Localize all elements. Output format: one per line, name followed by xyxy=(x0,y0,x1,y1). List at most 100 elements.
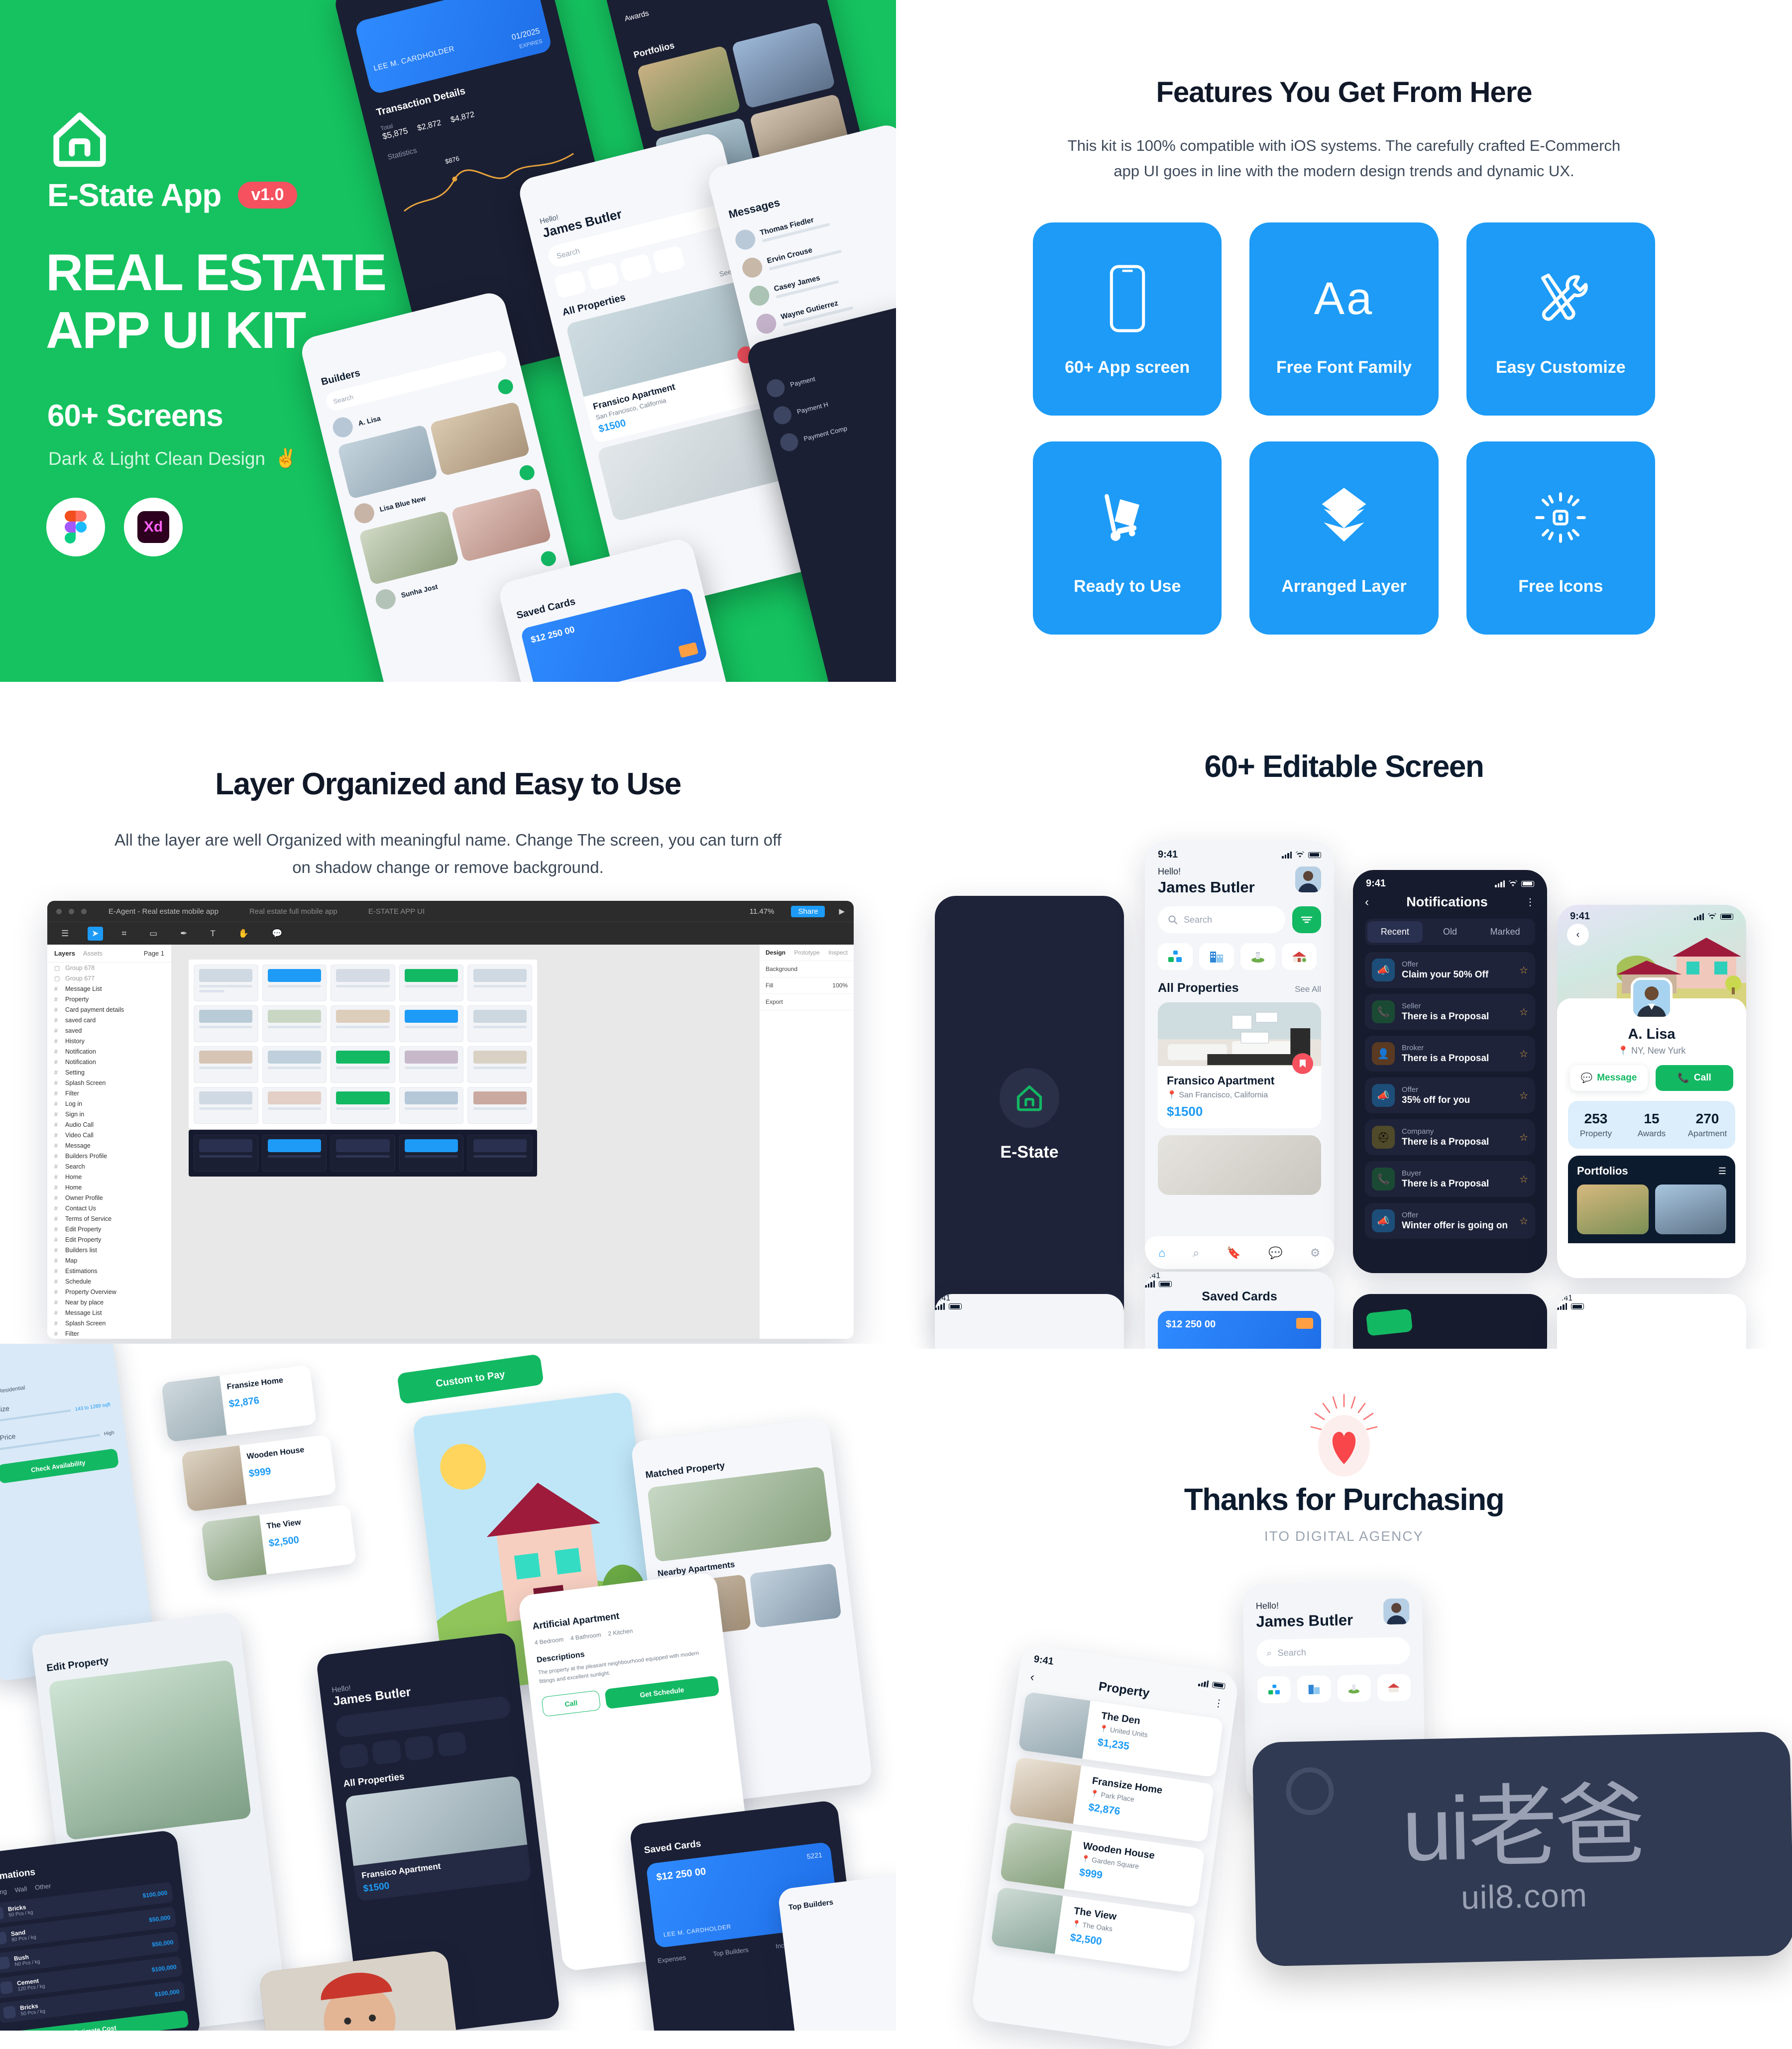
layer-item[interactable]: #Estimations xyxy=(47,1266,171,1276)
list-icon[interactable]: ☰ xyxy=(1718,1166,1726,1177)
screen-thumbnail[interactable] xyxy=(262,1046,327,1083)
property-card-next[interactable] xyxy=(1158,1135,1321,1195)
panel-tabs[interactable]: Design Prototype Inspect xyxy=(760,945,854,961)
kebab-menu-icon[interactable]: ⋮ xyxy=(1213,1697,1225,1711)
adobe-xd-badge[interactable]: Xd xyxy=(124,498,183,556)
feature-card-ready-to-use[interactable]: Ready to Use xyxy=(1033,441,1222,635)
gear-icon[interactable]: ⚙ xyxy=(1310,1246,1321,1260)
comment-tool-icon[interactable]: 💬 xyxy=(268,927,286,941)
tab-building[interactable]: Building xyxy=(0,1887,7,1898)
search-input[interactable]: ⌕ Search xyxy=(1256,1637,1410,1666)
star-outline-icon[interactable]: ☆ xyxy=(1519,1173,1528,1186)
tab-bar[interactable]: ⌂ ⌕ 🔖 💬 ⚙ xyxy=(1145,1236,1334,1269)
layer-item[interactable]: #Log in xyxy=(47,1098,171,1109)
custom-to-pay-button[interactable]: Custom to Pay xyxy=(397,1354,544,1404)
notification-item[interactable]: 📣OfferWinter offer is going on☆ xyxy=(1365,1203,1535,1239)
screen-thumbnail[interactable] xyxy=(262,1087,327,1124)
call-button[interactable]: 📞 Call xyxy=(1656,1065,1733,1091)
notification-item[interactable]: 👤BrokerThere is a Proposal☆ xyxy=(1365,1036,1535,1072)
screen-thumbnail[interactable] xyxy=(331,965,395,1001)
property-mini-card[interactable]: Wooden House $999 xyxy=(181,1434,336,1512)
tab-design[interactable]: Design xyxy=(766,949,785,956)
editor-zoom-level[interactable]: 11.47% xyxy=(750,907,775,916)
screen-thumbnail[interactable] xyxy=(467,1135,532,1172)
tab-prototype[interactable]: Prototype xyxy=(794,949,819,956)
kebab-menu-icon[interactable]: ⋮ xyxy=(1525,896,1535,908)
house-icon[interactable] xyxy=(1282,943,1317,970)
filter-icon[interactable] xyxy=(1292,906,1321,933)
page-selector[interactable]: Page 1 xyxy=(144,950,164,957)
design-properties-panel[interactable]: Design Prototype Inspect Background Fill… xyxy=(759,945,854,1339)
notifications-tabs[interactable]: Recent Old Marked xyxy=(1365,919,1535,945)
chevron-left-icon[interactable]: ‹ xyxy=(1029,1670,1035,1684)
all-categories-icon[interactable] xyxy=(1257,1676,1291,1704)
layer-item[interactable]: #Near by place xyxy=(47,1297,171,1307)
share-button[interactable]: Share xyxy=(791,906,825,917)
layer-item[interactable]: #Splash Screen xyxy=(47,1078,171,1088)
category-chips[interactable] xyxy=(1257,1674,1411,1703)
property-photo[interactable] xyxy=(48,1660,251,1840)
layer-item[interactable]: #Property xyxy=(47,994,171,1004)
land-icon[interactable] xyxy=(1240,943,1275,970)
menu-icon[interactable]: ☰ xyxy=(57,927,73,941)
check-availability-button[interactable]: Check Availability xyxy=(0,1448,119,1484)
avatar[interactable] xyxy=(1295,866,1321,892)
screen-thumbnail[interactable] xyxy=(331,1087,395,1124)
layer-item[interactable]: #Map xyxy=(47,1255,171,1266)
feature-card-app-screen[interactable]: 60+ App screen xyxy=(1033,222,1222,416)
tab-recent[interactable]: Recent xyxy=(1367,921,1423,943)
layer-item[interactable]: #Schedule xyxy=(47,1276,171,1287)
home-icon[interactable]: ⌂ xyxy=(1159,1246,1166,1260)
category-chips[interactable] xyxy=(1158,943,1321,970)
shape-tool-icon[interactable]: ▭ xyxy=(145,927,161,941)
notification-item[interactable]: 📞SellerThere is a Proposal☆ xyxy=(1365,994,1535,1030)
message-button[interactable]: 💬 Message xyxy=(1570,1065,1648,1091)
layer-item[interactable]: #Sign in xyxy=(47,1109,171,1119)
tab-inspect[interactable]: Inspect xyxy=(828,949,848,956)
property-list[interactable]: The Den📍 United Units$1,235Fransize Home… xyxy=(981,1682,1234,1974)
chat-icon[interactable]: 💬 xyxy=(1268,1246,1283,1260)
star-outline-icon[interactable]: ☆ xyxy=(1519,964,1528,976)
tab-old[interactable]: Old xyxy=(1423,921,1478,943)
layer-item[interactable]: #Contact Us xyxy=(47,1203,171,1213)
layer-item[interactable]: ▢Group 678 xyxy=(47,963,171,973)
layer-item[interactable]: #Setting xyxy=(47,1067,171,1078)
property-mini-card[interactable]: The View $2,500 xyxy=(201,1504,356,1582)
layer-item[interactable]: #Edit Property xyxy=(47,1224,171,1234)
all-categories-icon[interactable] xyxy=(1158,943,1193,970)
figma-badge[interactable] xyxy=(46,498,105,556)
layer-item[interactable]: #Notification xyxy=(47,1057,171,1067)
pen-tool-icon[interactable]: ✒ xyxy=(176,927,191,941)
layer-item[interactable]: #Card payment details xyxy=(47,1004,171,1015)
feature-card-free-icons[interactable]: Free Icons xyxy=(1466,441,1655,635)
feature-card-arranged-layer[interactable]: Arranged Layer xyxy=(1249,441,1438,635)
layer-item[interactable]: #Video Call xyxy=(47,1130,171,1140)
screen-thumbnail[interactable] xyxy=(467,1046,532,1083)
screen-thumbnail[interactable] xyxy=(467,1005,532,1042)
feature-card-easy-customize[interactable]: Easy Customize xyxy=(1466,222,1655,416)
editor-canvas[interactable] xyxy=(172,945,759,1339)
fill-row[interactable]: Fill 100% xyxy=(760,977,854,994)
layer-item[interactable]: #History xyxy=(47,1036,171,1046)
chevron-left-icon[interactable]: ‹ xyxy=(1365,895,1369,909)
screen-thumbnail[interactable] xyxy=(399,1087,464,1124)
hand-tool-icon[interactable]: ✋ xyxy=(234,927,253,941)
layer-item[interactable]: #Builders Profile xyxy=(47,1151,171,1161)
screen-thumbnail[interactable] xyxy=(399,1046,464,1083)
star-outline-icon[interactable]: ☆ xyxy=(1519,1006,1528,1018)
layer-list[interactable]: ▢Group 678▢Group 677#Message List#Proper… xyxy=(47,963,171,1339)
layer-item[interactable]: #Edit Property xyxy=(47,1234,171,1245)
star-outline-icon[interactable]: ☆ xyxy=(1519,1131,1528,1144)
property-card[interactable]: Fransico Apartment $1500 xyxy=(345,1775,532,1901)
move-tool-icon[interactable]: ➤ xyxy=(88,927,103,941)
screen-thumbnail[interactable] xyxy=(331,1046,395,1083)
notification-item[interactable]: ⛑CompanyThere is a Proposal☆ xyxy=(1365,1119,1535,1155)
avatar[interactable] xyxy=(1631,977,1673,1019)
layer-item[interactable]: #Home xyxy=(47,1182,171,1192)
building-icon[interactable] xyxy=(1199,943,1234,970)
layer-item[interactable]: #Message xyxy=(47,1140,171,1151)
tab-layers[interactable]: Layers xyxy=(54,950,75,957)
tab-other[interactable]: Other xyxy=(34,1882,51,1891)
background-row[interactable]: Background xyxy=(760,961,854,977)
chevron-left-icon[interactable]: ‹ xyxy=(1567,924,1589,946)
